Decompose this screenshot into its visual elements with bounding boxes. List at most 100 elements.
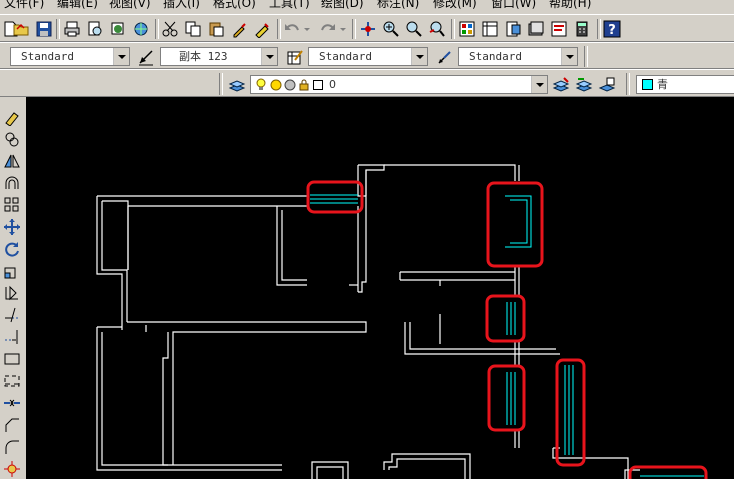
zoom-previous-icon[interactable] [428, 20, 446, 38]
lock-icon[interactable] [298, 79, 310, 91]
chevron-down-icon[interactable] [561, 48, 577, 65]
stretch-icon[interactable] [3, 284, 21, 302]
print-icon[interactable] [63, 20, 81, 38]
table-style-dropdown[interactable]: Standard [308, 47, 428, 66]
dimension-style-value: 副本 123 [179, 50, 228, 63]
array-icon[interactable] [3, 196, 21, 214]
design-center-icon[interactable] [481, 20, 499, 38]
save-icon[interactable] [35, 20, 53, 38]
separator [584, 46, 588, 67]
menu-insert[interactable]: 插入(I) [163, 0, 200, 11]
explode-icon[interactable] [3, 460, 21, 478]
join-icon[interactable] [3, 394, 21, 412]
chevron-down-icon[interactable] [531, 76, 547, 93]
separator [597, 19, 601, 39]
wall-line [96, 196, 123, 330]
highlight-marker[interactable] [555, 358, 586, 467]
menu-format[interactable]: 格式(O) [213, 0, 256, 11]
current-color-name: 青 [657, 78, 668, 91]
menu-modify[interactable]: 修改(M) [433, 0, 477, 11]
menu-bar: 文件(F) 编辑(E) 视图(V) 插入(I) 格式(O) 工具(T) 绘图(D… [0, 0, 734, 14]
chamfer-icon[interactable] [3, 416, 21, 434]
undo-icon[interactable] [283, 20, 301, 38]
help-icon[interactable]: ? [603, 20, 621, 38]
color-control-dropdown[interactable]: 青 [636, 75, 734, 94]
zoom-realtime-icon[interactable] [382, 20, 400, 38]
make-object-layer-current-icon[interactable] [552, 76, 570, 94]
wall-line [388, 458, 466, 479]
markup-set-manager-icon[interactable] [550, 20, 568, 38]
chevron-down-icon[interactable] [261, 48, 277, 65]
menu-tools[interactable]: 工具(T) [269, 0, 310, 11]
copy-icon[interactable] [184, 20, 202, 38]
undo-dropdown-icon[interactable] [302, 20, 312, 38]
layer-color-swatch[interactable] [313, 80, 323, 90]
highlight-marker[interactable] [306, 180, 364, 214]
extend-icon[interactable] [3, 328, 21, 346]
match-properties-icon[interactable] [230, 20, 248, 38]
menu-draw[interactable]: 绘图(D) [321, 0, 364, 11]
offset-icon[interactable] [3, 174, 21, 192]
multileader-style-dropdown[interactable]: Standard [458, 47, 578, 66]
dimension-style-icon[interactable] [137, 48, 155, 66]
redo-icon[interactable] [319, 20, 337, 38]
drawing-canvas[interactable] [26, 97, 734, 479]
wall-line [409, 322, 556, 350]
layer-previous-icon[interactable] [575, 76, 593, 94]
layer-properties-manager-icon[interactable] [228, 76, 246, 94]
chevron-down-icon[interactable] [411, 48, 427, 65]
layer-dropdown[interactable]: 0 [250, 75, 548, 94]
floor-plan-drawing[interactable] [26, 97, 734, 479]
break-icon[interactable] [3, 372, 21, 390]
menu-view[interactable]: 视图(V) [109, 0, 151, 11]
mirror-icon[interactable] [3, 152, 21, 170]
break-at-point-icon[interactable] [3, 350, 21, 368]
copy-object-icon[interactable] [3, 130, 21, 148]
scale-icon[interactable] [3, 262, 21, 280]
zoom-window-icon[interactable] [405, 20, 423, 38]
menu-window[interactable]: 窗口(W) [491, 0, 536, 11]
open-icon[interactable] [12, 20, 30, 38]
trim-icon[interactable] [3, 306, 21, 324]
sheet-set-manager-icon[interactable] [527, 20, 545, 38]
paste-icon[interactable] [207, 20, 225, 38]
redo-dropdown-icon[interactable] [338, 20, 348, 38]
highlight-marker[interactable] [628, 465, 708, 479]
cut-icon[interactable] [161, 20, 179, 38]
separator [155, 19, 159, 39]
dimension-style-dropdown[interactable]: 副本 123 [160, 47, 278, 66]
menu-dimension[interactable]: 标注(N) [377, 0, 419, 11]
properties-icon[interactable] [458, 20, 476, 38]
toolbar-grip[interactable] [626, 73, 630, 95]
plot-preview-icon[interactable] [86, 20, 104, 38]
tool-palettes-icon[interactable] [504, 20, 522, 38]
pan-realtime-icon[interactable] [359, 20, 377, 38]
publish-web-icon[interactable] [132, 20, 150, 38]
block-editor-icon[interactable] [253, 20, 271, 38]
quick-calc-icon[interactable] [573, 20, 591, 38]
rotate-icon[interactable] [3, 240, 21, 258]
table-style-icon[interactable] [286, 48, 304, 66]
highlight-marker[interactable] [486, 181, 544, 268]
menu-file[interactable]: 文件(F) [4, 0, 44, 11]
sun-icon[interactable] [270, 79, 282, 91]
viewport-freeze-icon[interactable] [284, 79, 296, 91]
toolbar-grip[interactable] [219, 73, 223, 95]
chevron-down-icon[interactable] [113, 48, 129, 65]
multileader-style-icon[interactable] [436, 48, 454, 66]
move-icon[interactable] [3, 218, 21, 236]
text-style-dropdown[interactable]: Standard [10, 47, 130, 66]
menu-edit[interactable]: 编辑(E) [57, 0, 98, 11]
light-bulb-icon[interactable] [255, 78, 267, 92]
text-style-value: Standard [21, 50, 74, 63]
erase-icon[interactable] [3, 108, 21, 126]
menu-help[interactable]: 帮助(H) [549, 0, 591, 11]
publish-icon[interactable] [109, 20, 127, 38]
highlight-marker[interactable] [485, 294, 526, 343]
fillet-icon[interactable] [3, 438, 21, 456]
color-swatch [642, 79, 653, 90]
modify-toolbar [0, 97, 27, 479]
multileader-style-value: Standard [469, 50, 522, 63]
layers-toolbar: 0 青 [0, 69, 734, 97]
layer-states-icon[interactable] [598, 76, 616, 94]
